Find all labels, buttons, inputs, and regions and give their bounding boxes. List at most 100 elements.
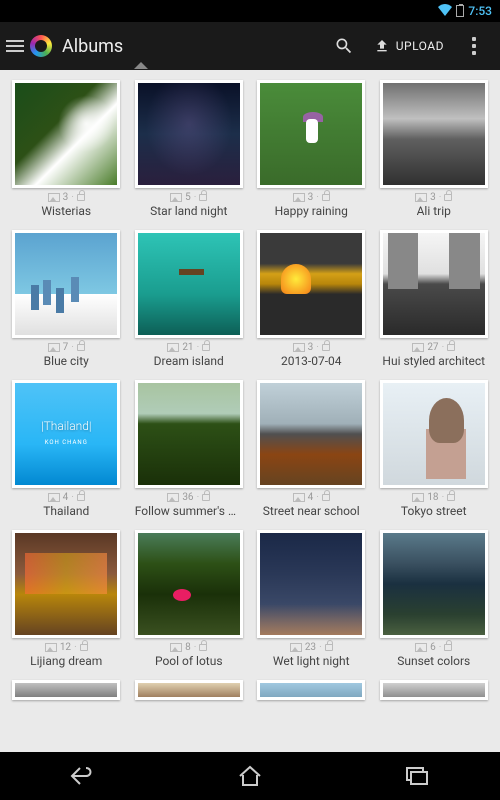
album-title: Thailand [43,504,89,518]
album-item[interactable]: 8· Pool of lotus [133,530,246,668]
album-meta: 4· [293,492,330,503]
album-thumbnail [380,680,488,700]
albums-grid-container: 3· Wisterias 5· Star land night 3· Happy… [0,70,500,752]
photo-count-icon [293,493,305,502]
album-thumbnail [12,380,120,488]
album-item[interactable]: 4· Thailand [10,380,123,518]
search-button[interactable] [324,26,364,66]
wifi-icon [438,4,452,19]
photo-count-icon [170,643,182,652]
album-title: Ali trip [417,204,451,218]
album-meta: 8· [170,642,207,653]
lock-icon [322,494,330,501]
album-thumbnail [380,380,488,488]
album-item[interactable]: 12· Lijiang dream [10,530,123,668]
lock-icon [447,344,455,351]
album-thumbnail [135,380,243,488]
album-thumbnail [380,230,488,338]
album-item-partial[interactable] [133,680,246,700]
lock-icon [447,494,455,501]
recent-apps-button[interactable] [403,762,431,790]
album-thumbnail [12,680,120,700]
album-item[interactable]: 3· Wisterias [10,80,123,218]
album-meta: 6· [415,642,452,653]
album-thumbnail [12,530,120,638]
album-title: Lijiang dream [30,654,102,668]
lock-icon [322,194,330,201]
album-title: Wet light night [273,654,350,668]
album-thumbnail [12,230,120,338]
album-item[interactable]: 18· Tokyo street [378,380,491,518]
lock-icon [322,344,330,351]
album-item[interactable]: 3· 2013-07-04 [255,230,368,368]
album-item[interactable]: 4· Street near school [255,380,368,518]
battery-icon [456,5,464,17]
back-button[interactable] [69,762,97,790]
album-item[interactable]: 36· Follow summer's m… [133,380,246,518]
menu-icon[interactable] [6,40,24,52]
album-thumbnail [257,680,365,700]
album-meta: 3· [293,342,330,353]
album-thumbnail [257,380,365,488]
photo-count-icon [170,193,182,202]
album-title: Happy raining [275,204,348,218]
album-title: Street near school [263,504,360,518]
lock-icon [444,644,452,651]
album-item[interactable]: 3· Happy raining [255,80,368,218]
photo-count-icon [293,193,305,202]
lock-icon [80,644,88,651]
upload-icon [374,38,390,54]
upload-label: UPLOAD [396,39,444,53]
album-item-partial[interactable] [378,680,491,700]
album-meta: 27· [412,342,455,353]
album-item[interactable]: 6· Sunset colors [378,530,491,668]
app-bar: Albums UPLOAD [0,22,500,70]
upload-button[interactable]: UPLOAD [364,38,454,54]
album-thumbnail [135,230,243,338]
album-title: Star land night [150,204,227,218]
photo-count-icon [415,193,427,202]
status-bar: 7:53 [0,0,500,22]
album-thumbnail [257,80,365,188]
photo-count-icon [48,343,60,352]
overflow-icon [472,37,476,55]
lock-icon [77,494,85,501]
album-title: Follow summer's m… [135,504,243,518]
album-thumbnail [380,530,488,638]
photo-count-icon [290,643,302,652]
page-title: Albums [62,36,123,57]
album-thumbnail [135,680,243,700]
lock-icon [199,194,207,201]
album-thumbnail [12,80,120,188]
album-thumbnail [257,530,365,638]
lock-icon [77,344,85,351]
album-meta: 7· [48,342,85,353]
album-thumbnail [135,530,243,638]
album-item[interactable]: 23· Wet light night [255,530,368,668]
home-button[interactable] [236,762,264,790]
lock-icon [202,494,210,501]
album-item[interactable]: 5· Star land night [133,80,246,218]
album-item-partial[interactable] [10,680,123,700]
lock-icon [199,644,207,651]
album-title: Hui styled architect [382,354,485,368]
album-item[interactable]: 21· Dream island [133,230,246,368]
lock-icon [77,194,85,201]
album-item[interactable]: 7· Blue city [10,230,123,368]
photo-count-icon [167,343,179,352]
overflow-menu-button[interactable] [454,26,494,66]
album-item[interactable]: 27· Hui styled architect [378,230,491,368]
album-meta: 21· [167,342,210,353]
photo-count-icon [412,343,424,352]
page-title-dropdown[interactable]: Albums [62,36,324,57]
album-title: Tokyo street [401,504,467,518]
photo-count-icon [412,493,424,502]
album-title: Wisterias [41,204,91,218]
album-item-partial[interactable] [255,680,368,700]
album-meta: 4· [48,492,85,503]
album-item[interactable]: 3· Ali trip [378,80,491,218]
album-meta: 36· [167,492,210,503]
album-title: 2013-07-04 [281,354,342,368]
lock-icon [325,644,333,651]
photo-count-icon [48,193,60,202]
